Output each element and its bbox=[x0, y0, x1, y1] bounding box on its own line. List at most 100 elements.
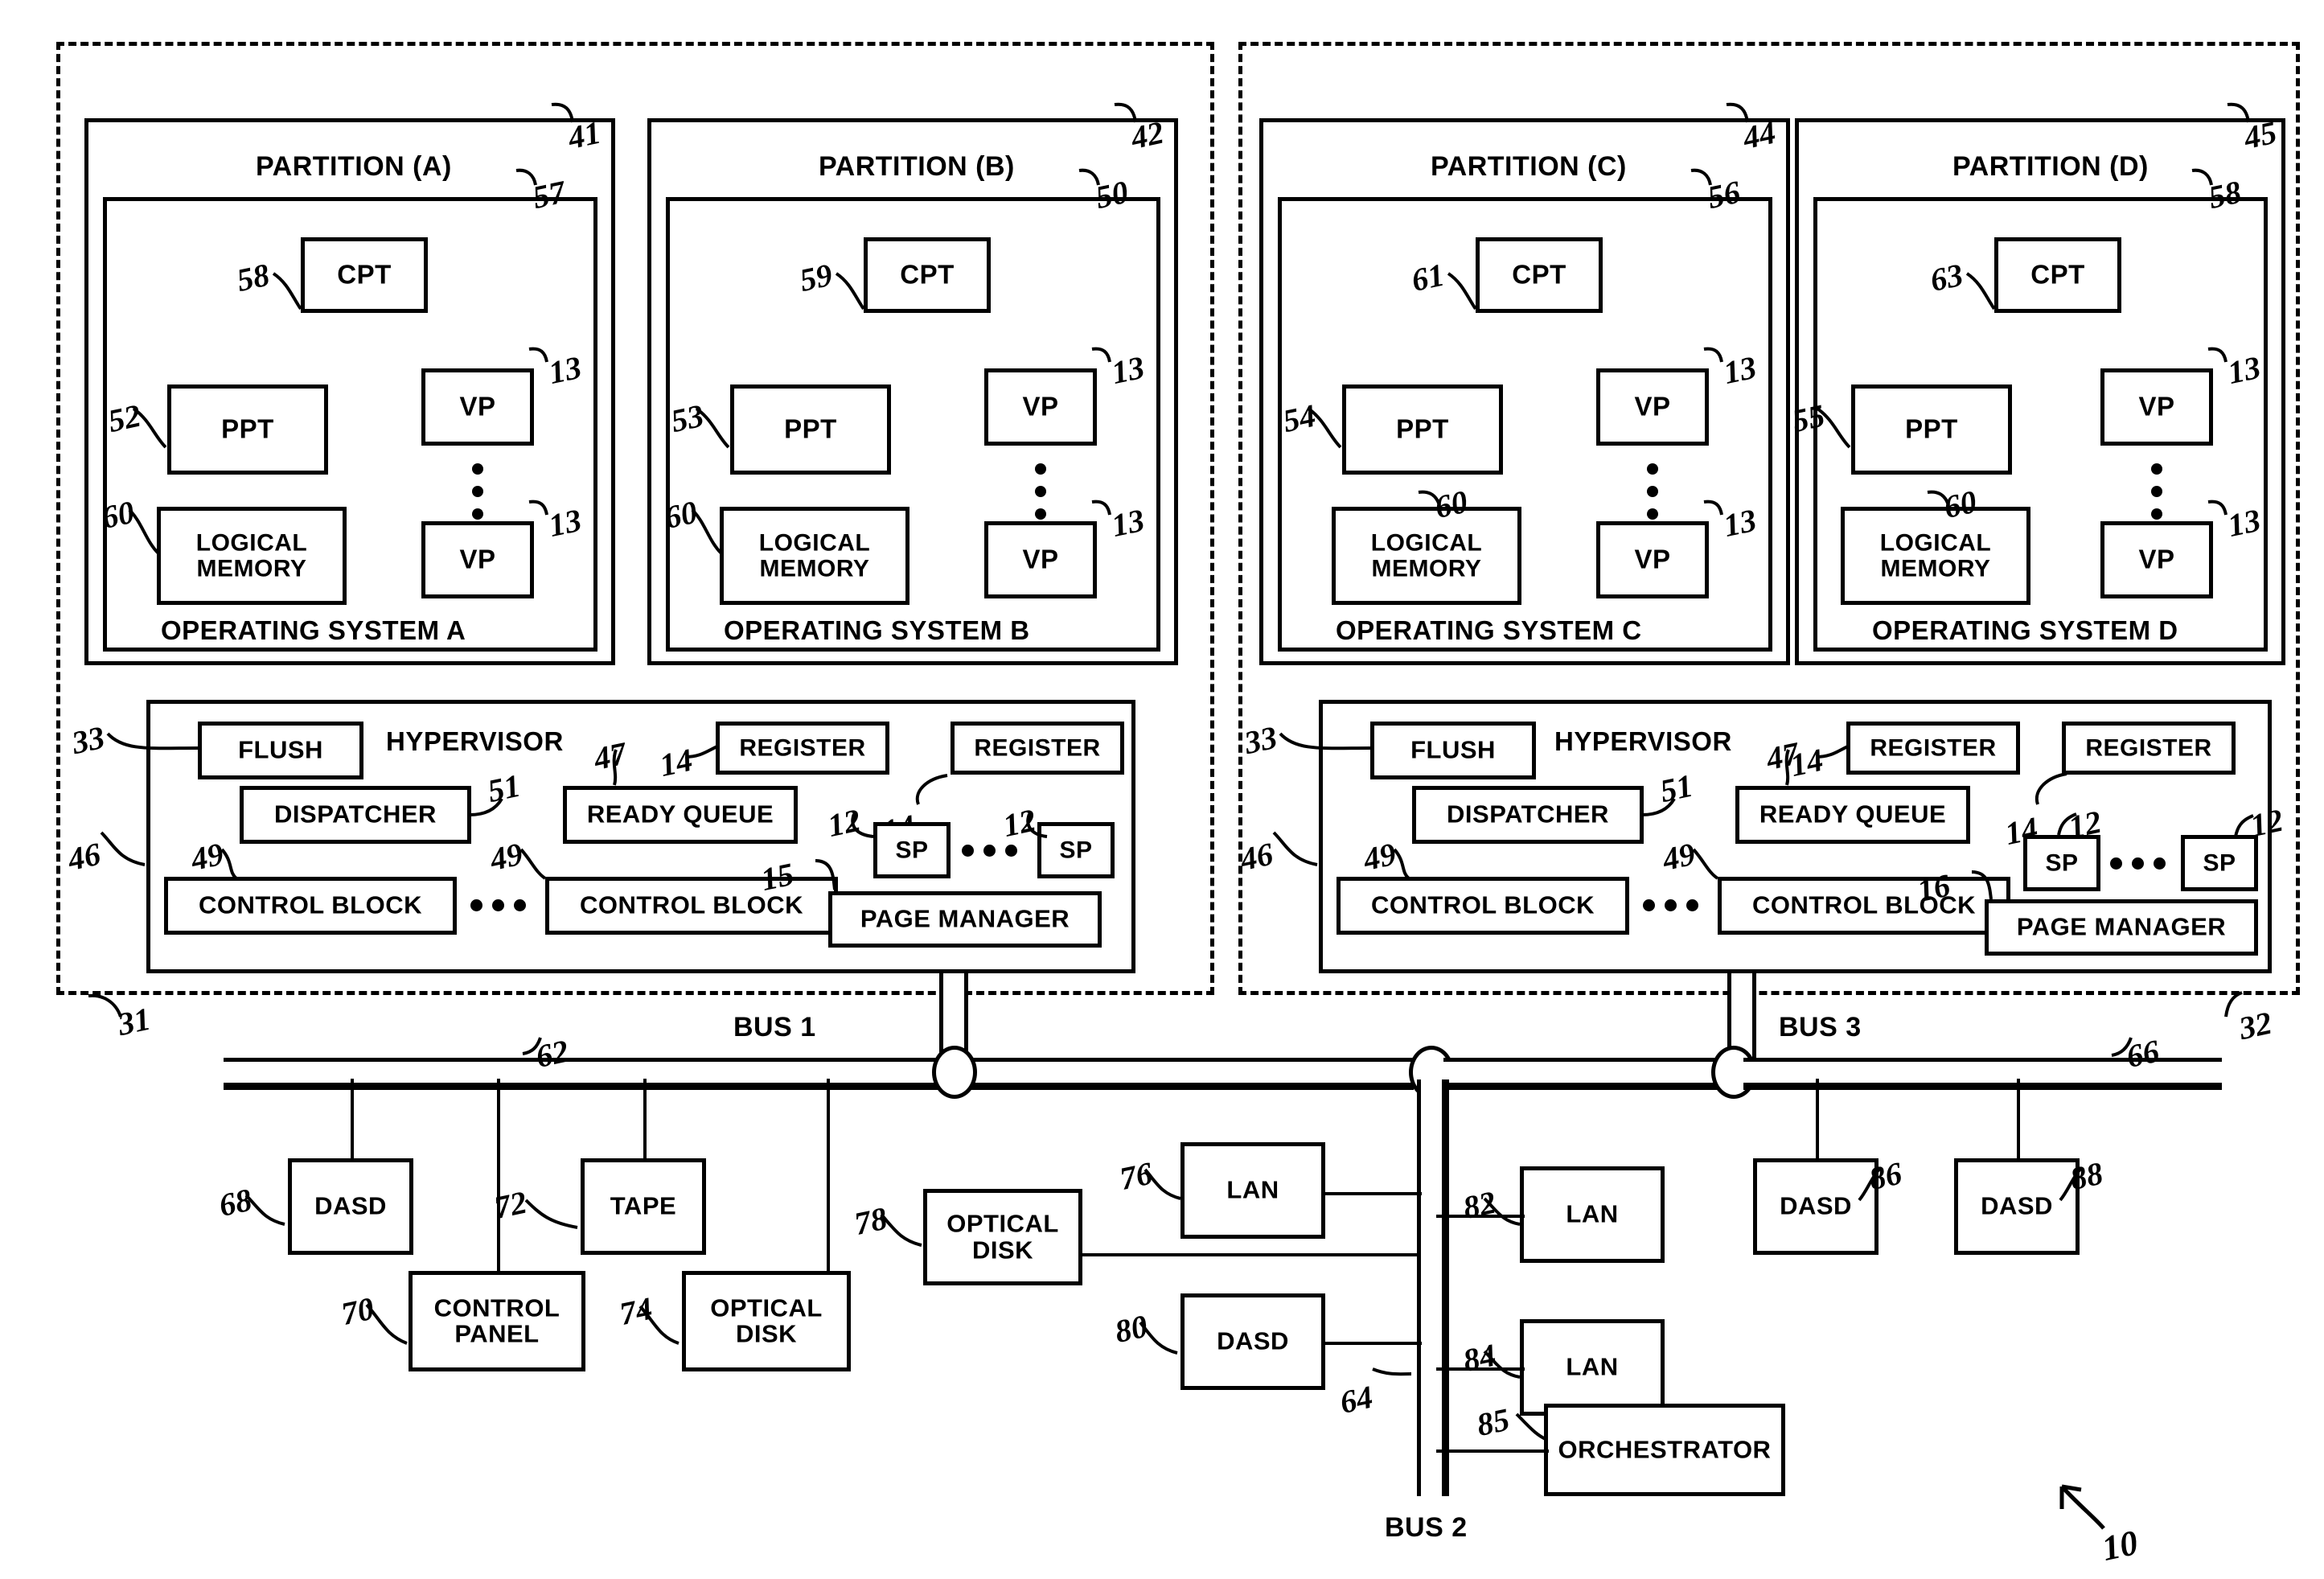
cpt-label-c: CPT bbox=[1512, 259, 1566, 290]
flush-box-left[interactable]: FLUSH bbox=[198, 722, 363, 779]
device-tape-72[interactable]: TAPE bbox=[581, 1158, 706, 1255]
leader-vp-d-top bbox=[2207, 347, 2228, 363]
register-box-right-1[interactable]: REGISTER bbox=[1846, 722, 2020, 775]
page-manager-label-left: PAGE MANAGER bbox=[860, 904, 1070, 933]
ref-bus2: 64 bbox=[1337, 1378, 1376, 1421]
leader-cpt-b bbox=[835, 272, 865, 310]
device-lan-76[interactable]: LAN bbox=[1180, 1142, 1325, 1239]
leader-partition-c bbox=[1726, 102, 1749, 123]
device-label-lan-82: LAN bbox=[1566, 1199, 1619, 1228]
leader-control-block-left-2 bbox=[519, 848, 547, 880]
register-box-right-2[interactable]: REGISTER bbox=[2062, 722, 2236, 775]
page-manager-box-right[interactable]: PAGE MANAGER bbox=[1985, 899, 2258, 956]
bus3-label: BUS 3 bbox=[1779, 1012, 1862, 1042]
vp-box-d-bottom[interactable]: VP bbox=[2100, 521, 2213, 598]
leader-lan-76 bbox=[1144, 1168, 1181, 1200]
cpt-label-d: CPT bbox=[2030, 259, 2085, 290]
leader-control-block-right-1 bbox=[1393, 848, 1410, 880]
device-label-optical-disk-78: OPTICAL DISK bbox=[946, 1209, 1059, 1264]
leader-register-left-1 bbox=[684, 744, 720, 759]
ready-queue-label-right: READY QUEUE bbox=[1759, 800, 1947, 829]
bus1-rail-mid bbox=[963, 1058, 1414, 1090]
control-block-box-left-1[interactable]: CONTROL BLOCK bbox=[164, 877, 457, 935]
wire-dasd-86 bbox=[1816, 1079, 1819, 1159]
leader-optical-disk-78 bbox=[880, 1213, 922, 1247]
device-lan-84[interactable]: LAN bbox=[1520, 1319, 1665, 1416]
vp-label-d-top: VP bbox=[2138, 391, 2175, 421]
ppt-box-c[interactable]: PPT bbox=[1342, 384, 1503, 475]
device-orchestrator-85[interactable]: ORCHESTRATOR bbox=[1544, 1404, 1785, 1496]
logical-memory-box-b[interactable]: LOGICAL MEMORY bbox=[720, 507, 909, 605]
leader-os-box-b bbox=[1078, 168, 1100, 186]
vp-box-b-bottom[interactable]: VP bbox=[984, 521, 1097, 598]
os-label-b: OPERATING SYSTEM B bbox=[724, 615, 1030, 645]
device-optical-disk-74[interactable]: OPTICAL DISK bbox=[682, 1271, 851, 1371]
vp-box-c-top[interactable]: VP bbox=[1596, 368, 1709, 446]
leader-sp-left-1 bbox=[851, 813, 874, 838]
wire-control-panel-70 bbox=[497, 1079, 500, 1272]
leader-vp-b-bottom bbox=[1091, 500, 1111, 516]
vp-label-a-top: VP bbox=[459, 391, 496, 421]
wire-dasd-68 bbox=[351, 1079, 354, 1159]
leader-cpt-d bbox=[1965, 272, 1996, 310]
wire-tape-72 bbox=[643, 1079, 647, 1159]
bus1-rail bbox=[224, 1058, 963, 1090]
vp-box-b-top[interactable]: VP bbox=[984, 368, 1097, 446]
device-control-panel-70[interactable]: CONTROL PANEL bbox=[409, 1271, 585, 1371]
ready-queue-box-left[interactable]: READY QUEUE bbox=[563, 786, 798, 844]
flush-box-right[interactable]: FLUSH bbox=[1370, 722, 1536, 779]
wire-dasd-88 bbox=[2017, 1079, 2020, 1159]
register-label-left-2: REGISTER bbox=[974, 734, 1101, 762]
dispatcher-box-right[interactable]: DISPATCHER bbox=[1412, 786, 1644, 844]
register-label-left-1: REGISTER bbox=[739, 734, 866, 762]
leader-vp-a-top bbox=[528, 347, 548, 363]
wire-optical-disk-74 bbox=[827, 1079, 830, 1272]
leader-register-left-2 bbox=[915, 774, 948, 805]
vp-box-a-top[interactable]: VP bbox=[421, 368, 534, 446]
leader-flush-left bbox=[106, 732, 199, 750]
ready-queue-box-right[interactable]: READY QUEUE bbox=[1735, 786, 1970, 844]
vp-box-d-top[interactable]: VP bbox=[2100, 368, 2213, 446]
page-manager-box-left[interactable]: PAGE MANAGER bbox=[828, 891, 1102, 948]
device-lan-82[interactable]: LAN bbox=[1520, 1166, 1665, 1263]
leader-bus1 bbox=[522, 1037, 542, 1055]
device-dasd-68[interactable]: DASD bbox=[288, 1158, 413, 1255]
leader-control-panel-70 bbox=[365, 1303, 408, 1345]
leader-os-box-a bbox=[515, 168, 537, 186]
leader-dispatcher-left bbox=[469, 797, 503, 816]
sp-label-right-2: SP bbox=[2203, 849, 2236, 877]
ppt-box-b[interactable]: PPT bbox=[730, 384, 891, 475]
os-label-c: OPERATING SYSTEM C bbox=[1336, 615, 1642, 645]
control-block-box-right-1[interactable]: CONTROL BLOCK bbox=[1337, 877, 1629, 935]
hypervisor-right-title: HYPERVISOR bbox=[1554, 726, 1732, 756]
bus2-label: BUS 2 bbox=[1385, 1512, 1468, 1543]
flush-label-right: FLUSH bbox=[1410, 735, 1496, 764]
device-label-control-panel-70: CONTROL PANEL bbox=[433, 1293, 560, 1348]
vp-box-c-bottom[interactable]: VP bbox=[1596, 521, 1709, 598]
bus-junction-node-1 bbox=[932, 1046, 977, 1099]
device-dasd-80[interactable]: DASD bbox=[1180, 1293, 1325, 1390]
device-label-tape-72: TAPE bbox=[610, 1191, 677, 1220]
leader-logical-memory-b bbox=[691, 508, 723, 555]
leader-os-box-c bbox=[1690, 168, 1712, 186]
cpt-label-b: CPT bbox=[900, 259, 955, 290]
vp-box-a-bottom[interactable]: VP bbox=[421, 521, 534, 598]
register-label-right-1: REGISTER bbox=[1870, 734, 1997, 762]
leader-orchestrator-85 bbox=[1515, 1412, 1548, 1441]
leader-sp-left-2 bbox=[1026, 813, 1048, 838]
leader-dasd-68 bbox=[244, 1194, 285, 1226]
logical-memory-box-a[interactable]: LOGICAL MEMORY bbox=[157, 507, 347, 605]
device-label-optical-disk-74: OPTICAL DISK bbox=[710, 1293, 823, 1348]
register-box-left-1[interactable]: REGISTER bbox=[716, 722, 889, 775]
leader-control-block-right-2 bbox=[1692, 848, 1719, 880]
ppt-box-a[interactable]: PPT bbox=[167, 384, 328, 475]
device-optical-disk-78[interactable]: OPTICAL DISK bbox=[923, 1189, 1082, 1285]
leader-vp-c-bottom bbox=[1703, 500, 1723, 516]
ppt-box-d[interactable]: PPT bbox=[1851, 384, 2012, 475]
control-block-label-left-1: CONTROL BLOCK bbox=[198, 890, 423, 919]
dispatcher-box-left[interactable]: DISPATCHER bbox=[240, 786, 471, 844]
leader-ready-queue-left bbox=[612, 749, 618, 786]
leader-vp-d-bottom bbox=[2207, 500, 2228, 516]
register-box-left-2[interactable]: REGISTER bbox=[951, 722, 1124, 775]
vp-label-a-bottom: VP bbox=[459, 544, 496, 574]
